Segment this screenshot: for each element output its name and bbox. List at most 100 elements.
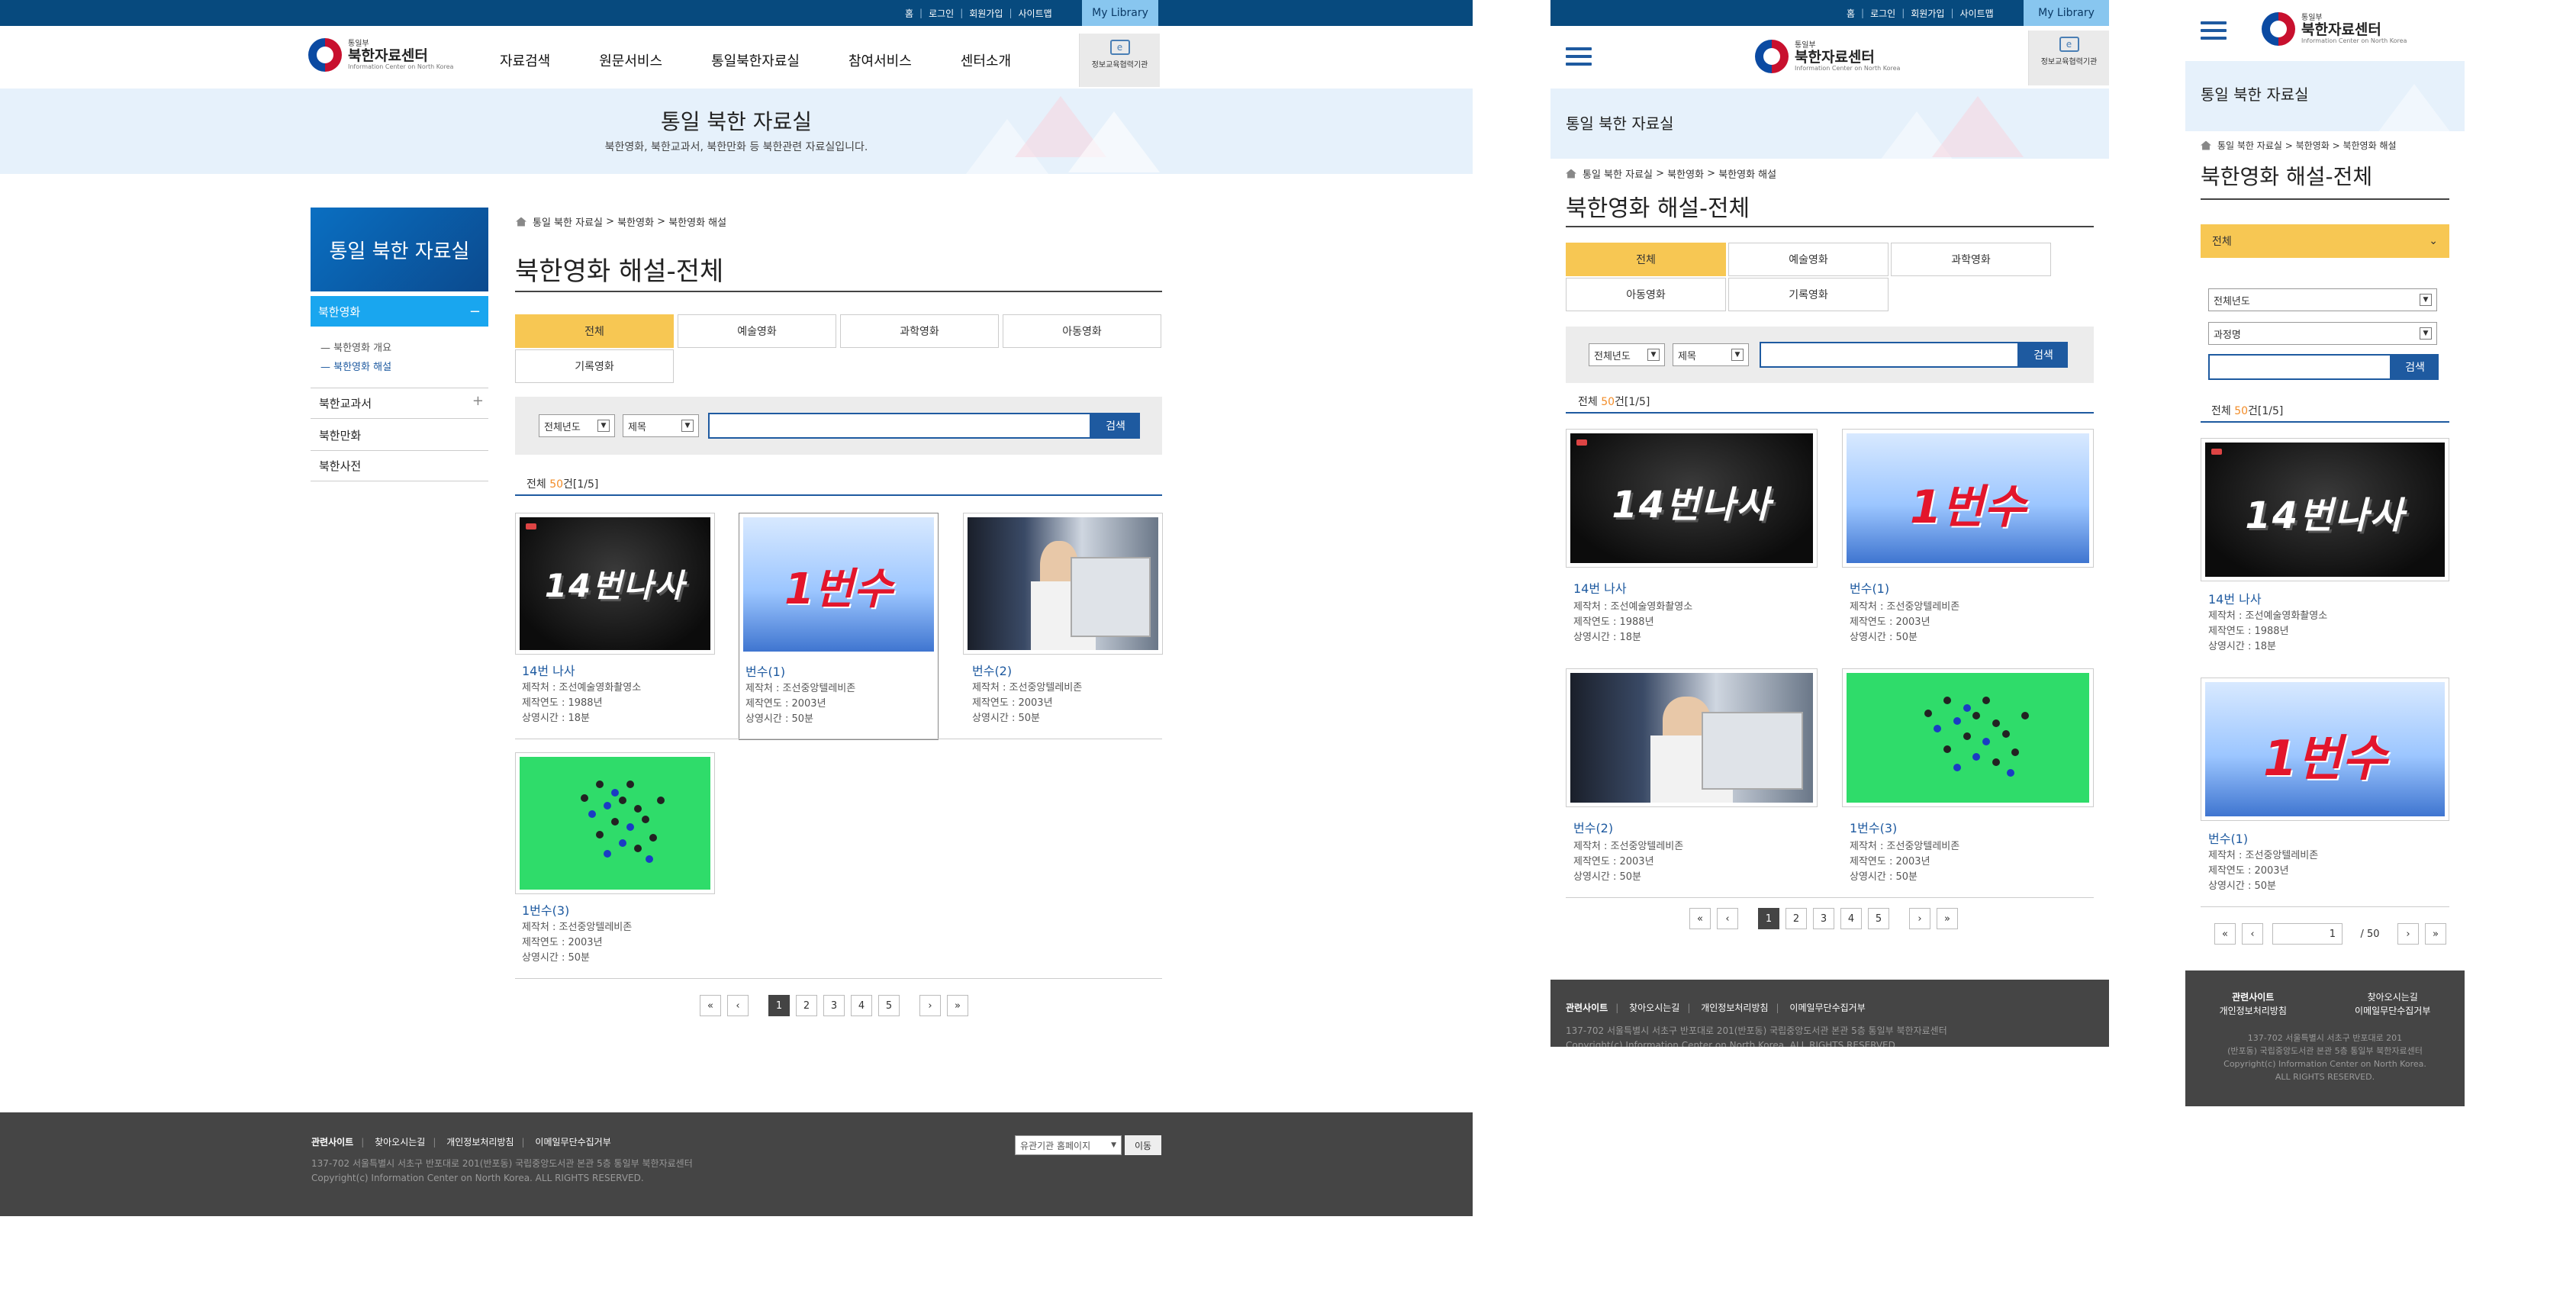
top-link-sitemap[interactable]: 사이트맵 — [1018, 7, 1051, 20]
top-link-login[interactable]: 로그인 — [929, 7, 954, 20]
tab-all[interactable]: 전체 — [515, 314, 674, 348]
list-item[interactable]: 1번수 번수(1) 제작처 : 조선중앙텔레비존 제작연도 : 2003년 상영시간… — [739, 513, 939, 740]
sidebar-item-textbook[interactable]: 북한교과서 + — [319, 393, 484, 411]
home-icon[interactable] — [1566, 169, 1576, 179]
tab-dropdown[interactable]: 전체 ⌄ — [2201, 224, 2449, 258]
breadcrumb-2[interactable]: 북한영화 — [1667, 166, 1704, 181]
prev-page-button[interactable]: ‹ — [1717, 908, 1738, 929]
footer-directions[interactable]: 찾아오시는길 — [2368, 992, 2418, 1003]
thumbnail[interactable] — [1566, 668, 1818, 807]
tab-all[interactable]: 전체 — [1566, 243, 1726, 276]
thumbnail[interactable]: 14번나사 — [1566, 429, 1818, 568]
collapse-icon[interactable]: − — [469, 304, 481, 320]
page-4[interactable]: 4 — [851, 995, 872, 1016]
page-1[interactable]: 1 — [1758, 908, 1779, 929]
list-item[interactable]: 14번나사 14번 나사 제작처 : 조선예술영화촬영소 제작연도 : 1988년… — [2201, 438, 2449, 667]
top-link-home[interactable]: 홈 — [1847, 7, 1855, 20]
list-item[interactable]: 14번나사 14번 나사 제작처 : 조선예술영화촬영소 제작연도 : 1988년… — [515, 513, 715, 740]
breadcrumb-1[interactable]: 통일 북한 자료실 — [1583, 166, 1653, 181]
prev-page-button[interactable]: ‹ — [727, 995, 749, 1016]
thumbnail[interactable]: 1번수 — [2201, 678, 2449, 821]
footer-related[interactable]: 관련사이트 — [2232, 992, 2274, 1003]
page-3[interactable]: 3 — [1813, 908, 1834, 929]
page-2[interactable]: 2 — [1785, 908, 1807, 929]
footer-email[interactable]: 이메일무단수집거부 — [1789, 1003, 1865, 1013]
next-page-button[interactable]: › — [919, 995, 941, 1016]
item-title[interactable]: 14번 나사 — [2208, 589, 2262, 607]
list-item[interactable]: 1번수 번수(1) 제작처 : 조선중앙텔레비존 제작연도 : 2003년 상영시간… — [1842, 429, 2094, 658]
breadcrumb-1[interactable]: 통일 북한 자료실 — [2217, 139, 2282, 152]
sidebar-item-dictionary[interactable]: 북한사전 — [319, 458, 361, 474]
family-site-select[interactable]: 유관기관 홈페이지 ▼ — [1015, 1135, 1122, 1155]
page-2[interactable]: 2 — [796, 995, 817, 1016]
item-title[interactable]: 번수(2) — [1573, 818, 1613, 836]
first-page-button[interactable]: « — [700, 995, 721, 1016]
tab-science[interactable]: 과학영화 — [1891, 243, 2051, 276]
site-logo[interactable]: 통일부 북한자료센터 Information Center on North K… — [308, 38, 453, 72]
last-page-button[interactable]: » — [947, 995, 968, 1016]
thumbnail[interactable]: 1번수 — [1842, 429, 2094, 568]
thumbnail[interactable] — [963, 513, 1163, 655]
list-item[interactable]: 1번수(3) 제작처 : 조선중앙텔레비존 제작연도 : 2003년 상영시간 : … — [515, 752, 715, 980]
course-select[interactable]: 과정명 ▼ — [2208, 322, 2437, 345]
breadcrumb-2[interactable]: 북한영화 — [2296, 139, 2330, 152]
list-item[interactable]: 1번수(3) 제작처 : 조선중앙텔레비존 제작연도 : 2003년 상영시간 : … — [1842, 668, 2094, 897]
tab-art[interactable]: 예술영화 — [678, 314, 836, 348]
nav-about[interactable]: 센터소개 — [961, 50, 1011, 70]
go-button[interactable]: 이동 — [1125, 1135, 1161, 1155]
page-4[interactable]: 4 — [1840, 908, 1862, 929]
home-icon[interactable] — [2201, 140, 2211, 150]
expand-icon[interactable]: + — [472, 393, 484, 409]
thumbnail[interactable] — [515, 752, 715, 894]
tab-science[interactable]: 과학영화 — [840, 314, 999, 348]
edu-partner-link[interactable]: e 정보교육협력기관 — [2028, 31, 2109, 85]
breadcrumb-1[interactable]: 통일 북한 자료실 — [533, 214, 603, 229]
tab-art[interactable]: 예술영화 — [1728, 243, 1889, 276]
edu-partner-link[interactable]: e 정보교육협력기관 — [1079, 34, 1160, 87]
next-page-button[interactable]: › — [1909, 908, 1930, 929]
site-logo[interactable]: 통일부 북한자료센터 Information Center on North K… — [1755, 40, 1900, 73]
thumbnail[interactable]: 14번나사 — [2201, 438, 2449, 581]
year-select[interactable]: 전체년도 ▼ — [1589, 343, 1665, 366]
item-title[interactable]: 1번수(3) — [1850, 818, 1897, 836]
page-5[interactable]: 5 — [1868, 908, 1889, 929]
item-title[interactable]: 1번수(3) — [522, 900, 569, 919]
search-input[interactable] — [708, 413, 1091, 439]
item-title[interactable]: 번수(2) — [972, 661, 1012, 679]
footer-directions[interactable]: 찾아오시는길 — [375, 1137, 425, 1147]
list-item[interactable]: 14번나사 14번 나사 제작처 : 조선예술영화촬영소 제작연도 : 1988년… — [1566, 429, 1818, 658]
nav-archive[interactable]: 통일북한자료실 — [711, 50, 800, 70]
thumbnail[interactable] — [1842, 668, 2094, 807]
sidebar-item-movie[interactable]: 북한영화 − — [311, 296, 488, 327]
page-5[interactable]: 5 — [878, 995, 900, 1016]
tab-children[interactable]: 아동영화 — [1566, 278, 1726, 311]
footer-related[interactable]: 관련사이트 — [1566, 1003, 1608, 1013]
menu-icon[interactable] — [1566, 47, 1592, 66]
top-link-login[interactable]: 로그인 — [1870, 7, 1895, 20]
search-input[interactable] — [2208, 354, 2391, 380]
first-page-button[interactable]: « — [2214, 923, 2236, 945]
nav-participation[interactable]: 참여서비스 — [848, 50, 912, 70]
search-button[interactable]: 검색 — [2391, 354, 2439, 380]
top-link-home[interactable]: 홈 — [905, 7, 913, 20]
last-page-button[interactable]: » — [1937, 908, 1958, 929]
search-button[interactable]: 검색 — [2019, 342, 2068, 368]
tab-documentary[interactable]: 기록영화 — [515, 349, 674, 383]
search-button[interactable]: 검색 — [1091, 413, 1140, 439]
item-title[interactable]: 번수(1) — [2208, 829, 2248, 847]
list-item[interactable]: 1번수 번수(1) 제작처 : 조선중앙텔레비존 제작연도 : 2003년 상영시간… — [2201, 678, 2449, 906]
footer-directions[interactable]: 찾아오시는길 — [1629, 1003, 1679, 1013]
home-icon[interactable] — [516, 217, 526, 227]
item-title[interactable]: 14번 나사 — [1573, 578, 1627, 597]
top-link-join[interactable]: 회원가입 — [1911, 7, 1944, 20]
tab-children[interactable]: 아동영화 — [1003, 314, 1161, 348]
footer-email[interactable]: 이메일무단수집거부 — [2355, 1006, 2430, 1016]
top-link-join[interactable]: 회원가입 — [969, 7, 1003, 20]
footer-email[interactable]: 이메일무단수집거부 — [535, 1137, 610, 1147]
first-page-button[interactable]: « — [1689, 908, 1711, 929]
my-library-button[interactable]: My Library — [1082, 0, 1158, 26]
last-page-button[interactable]: » — [2425, 923, 2446, 945]
thumbnail[interactable]: 14번나사 — [515, 513, 715, 655]
thumbnail[interactable]: 1번수 — [739, 513, 938, 655]
field-select[interactable]: 제목 ▼ — [623, 414, 699, 437]
